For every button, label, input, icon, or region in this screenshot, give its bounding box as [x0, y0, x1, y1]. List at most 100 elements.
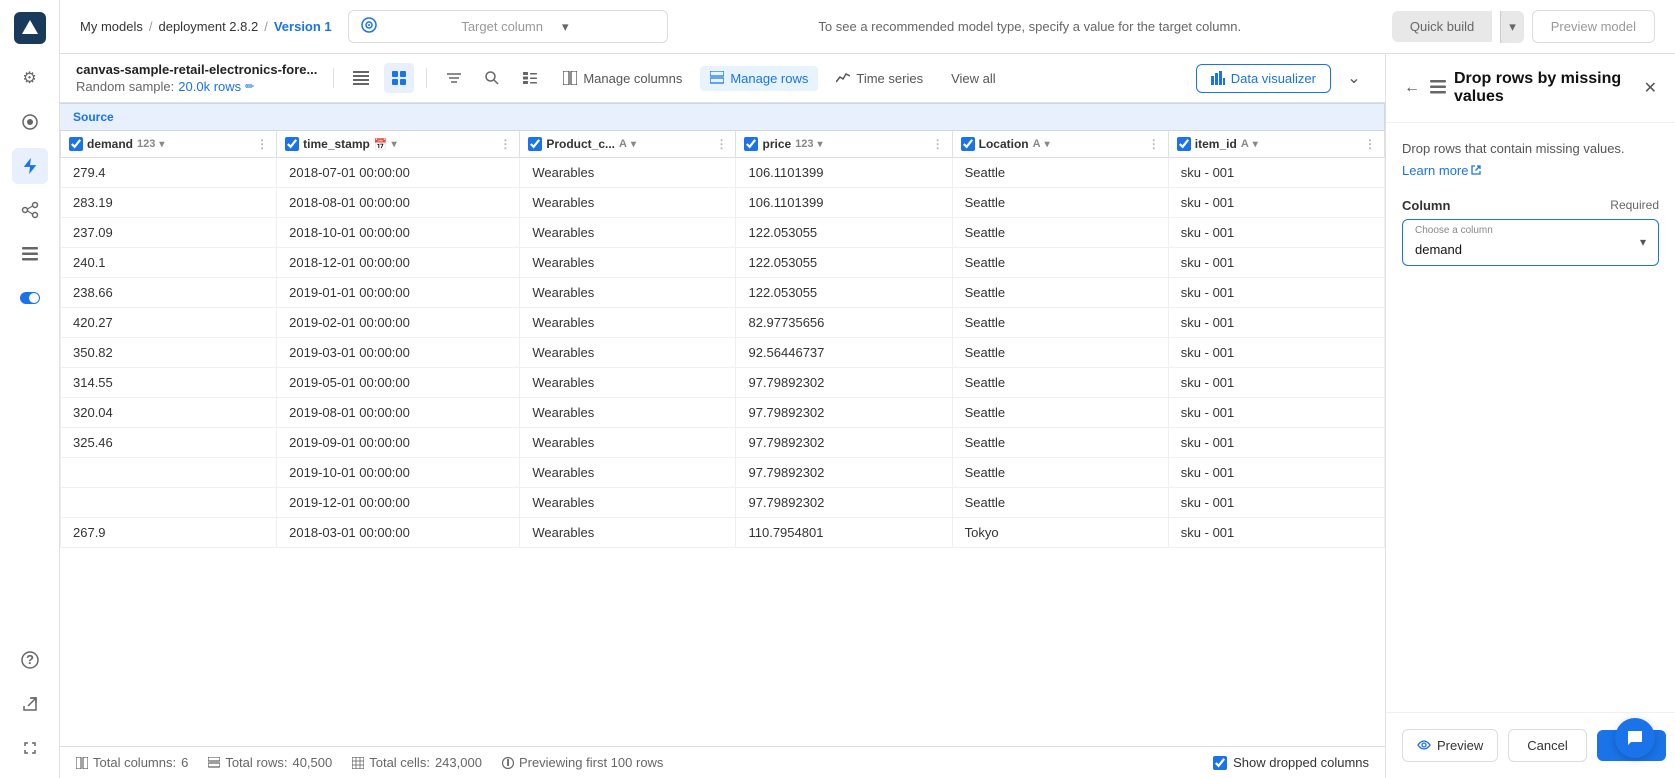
info-icon: i: [502, 757, 514, 769]
col-menu-item-id[interactable]: ⋮: [1364, 137, 1376, 151]
svg-text:?: ?: [26, 652, 34, 667]
panel-close-button[interactable]: ✕: [1642, 76, 1659, 100]
sidebar-icon-settings[interactable]: ⚙: [12, 60, 48, 96]
cell-location: Seattle: [952, 398, 1168, 428]
cell-timestamp: 2019-01-01 00:00:00: [277, 278, 520, 308]
col-checkbox-price[interactable]: [744, 137, 758, 151]
col-checkbox-location[interactable]: [961, 137, 975, 151]
sidebar-icon-expand[interactable]: [12, 730, 48, 766]
cell-item-id: sku - 001: [1168, 398, 1384, 428]
cell-timestamp: 2019-02-01 00:00:00: [277, 308, 520, 338]
more-options-button[interactable]: ⌄: [1339, 63, 1369, 93]
cell-product: Wearables: [520, 488, 736, 518]
cell-product: Wearables: [520, 518, 736, 548]
panel-body: Drop rows that contain missing values. L…: [1386, 123, 1675, 712]
preview-model-button[interactable]: Preview model: [1532, 10, 1655, 43]
col-checkbox-product[interactable]: [528, 137, 542, 151]
data-visualizer-label: Data visualizer: [1231, 71, 1316, 86]
manage-columns-button[interactable]: Manage columns: [553, 66, 692, 91]
cell-timestamp: 2018-07-01 00:00:00: [277, 158, 520, 188]
time-series-button[interactable]: Time series: [826, 66, 933, 91]
sidebar-icon-export[interactable]: [12, 686, 48, 722]
cell-demand: 325.46: [61, 428, 277, 458]
col-type-price: 123: [795, 138, 813, 150]
col-sort-demand[interactable]: ▾: [159, 139, 164, 150]
col-sort-item-id[interactable]: ▾: [1253, 139, 1258, 150]
svg-text:i: i: [506, 757, 510, 769]
col-checkbox-item-id[interactable]: [1177, 137, 1191, 151]
show-dropped-checkbox[interactable]: [1213, 756, 1227, 770]
show-dropped-label: Show dropped columns: [1233, 755, 1369, 770]
cell-timestamp: 2019-10-01 00:00:00: [277, 458, 520, 488]
sidebar-icon-toggle[interactable]: [12, 280, 48, 316]
col-menu-demand[interactable]: ⋮: [256, 137, 268, 151]
cell-location: Tokyo: [952, 518, 1168, 548]
quick-build-button[interactable]: Quick build: [1392, 11, 1492, 42]
column-select[interactable]: Choose a column demand ▾: [1402, 219, 1659, 266]
col-menu-product[interactable]: ⋮: [715, 137, 727, 151]
data-table: Source demand 123 ▾ ⋮: [60, 103, 1385, 548]
filter-button[interactable]: [439, 63, 469, 93]
col-header-item-id: item_id A ▾ ⋮: [1168, 131, 1384, 158]
cell-item-id: sku - 001: [1168, 188, 1384, 218]
col-menu-price[interactable]: ⋮: [932, 137, 944, 151]
cell-item-id: sku - 001: [1168, 458, 1384, 488]
col-sort-location[interactable]: ▾: [1045, 139, 1050, 150]
manage-rows-button[interactable]: Manage rows: [700, 66, 818, 91]
sidebar-icon-nodes[interactable]: [12, 192, 48, 228]
cell-location: Seattle: [952, 158, 1168, 188]
columns-icon: [76, 757, 88, 769]
panel-learn-more-link[interactable]: Learn more: [1402, 163, 1481, 178]
total-columns-item: Total columns: 6: [76, 755, 188, 770]
data-visualizer-button[interactable]: Data visualizer: [1196, 64, 1331, 93]
col-name-product: Product_c...: [546, 137, 615, 151]
cell-product: Wearables: [520, 278, 736, 308]
col-type-demand: 123: [137, 138, 155, 150]
breadcrumb-part1[interactable]: My models: [80, 19, 143, 34]
cell-product: Wearables: [520, 248, 736, 278]
cell-price: 92.56446737: [736, 338, 952, 368]
quick-build-dropdown-button[interactable]: ▾: [1500, 11, 1524, 43]
panel-cancel-button[interactable]: Cancel: [1508, 729, 1586, 762]
col-header-price: price 123 ▾ ⋮: [736, 131, 952, 158]
edit-icon[interactable]: ✏: [245, 80, 254, 93]
search-button[interactable]: [477, 63, 507, 93]
list-view-button[interactable]: [346, 63, 376, 93]
app-logo[interactable]: [14, 12, 46, 44]
target-icon: [361, 17, 454, 36]
operations-button[interactable]: [515, 63, 545, 93]
cells-icon: [352, 757, 364, 769]
col-sort-price[interactable]: ▾: [818, 139, 823, 150]
table-row: 320.04 2019-08-01 00:00:00 Wearables 97.…: [61, 398, 1385, 428]
col-menu-timestamp[interactable]: ⋮: [499, 137, 511, 151]
cell-price: 97.79892302: [736, 488, 952, 518]
cell-location: Seattle: [952, 368, 1168, 398]
chat-bubble[interactable]: [1615, 718, 1655, 758]
sidebar-icon-help[interactable]: ?: [12, 642, 48, 678]
sidebar-icon-lightning[interactable]: [12, 148, 48, 184]
sidebar-icon-list[interactable]: [12, 236, 48, 272]
sidebar-icon-ml[interactable]: [12, 104, 48, 140]
target-column-select[interactable]: Target column ▾: [348, 10, 668, 43]
view-all-button[interactable]: View all: [941, 66, 1006, 91]
col-sort-timestamp[interactable]: ▾: [392, 139, 397, 150]
panel-description: Drop rows that contain missing values.: [1402, 139, 1659, 159]
cell-location: Seattle: [952, 338, 1168, 368]
toolbar-separator2: [426, 68, 427, 88]
panel-preview-button[interactable]: Preview: [1402, 729, 1498, 762]
total-rows-label: Total rows:: [225, 755, 287, 770]
col-name-timestamp: time_stamp: [303, 137, 370, 151]
breadcrumb-part2[interactable]: deployment 2.8.2: [158, 19, 258, 34]
right-panel: ← Drop rows by missing values ✕ Drop row…: [1385, 54, 1675, 778]
col-header-location: Location A ▾ ⋮: [952, 131, 1168, 158]
col-checkbox-demand[interactable]: [69, 137, 83, 151]
col-menu-location[interactable]: ⋮: [1148, 137, 1160, 151]
breadcrumb-sep1: /: [149, 19, 153, 34]
show-dropped-columns[interactable]: Show dropped columns: [1213, 755, 1369, 770]
col-checkbox-timestamp[interactable]: [285, 137, 299, 151]
grid-view-button[interactable]: [384, 63, 414, 93]
panel-back-button[interactable]: ←: [1402, 77, 1422, 99]
col-sort-product[interactable]: ▾: [631, 139, 636, 150]
cell-demand: 283.19: [61, 188, 277, 218]
cell-demand: [61, 458, 277, 488]
